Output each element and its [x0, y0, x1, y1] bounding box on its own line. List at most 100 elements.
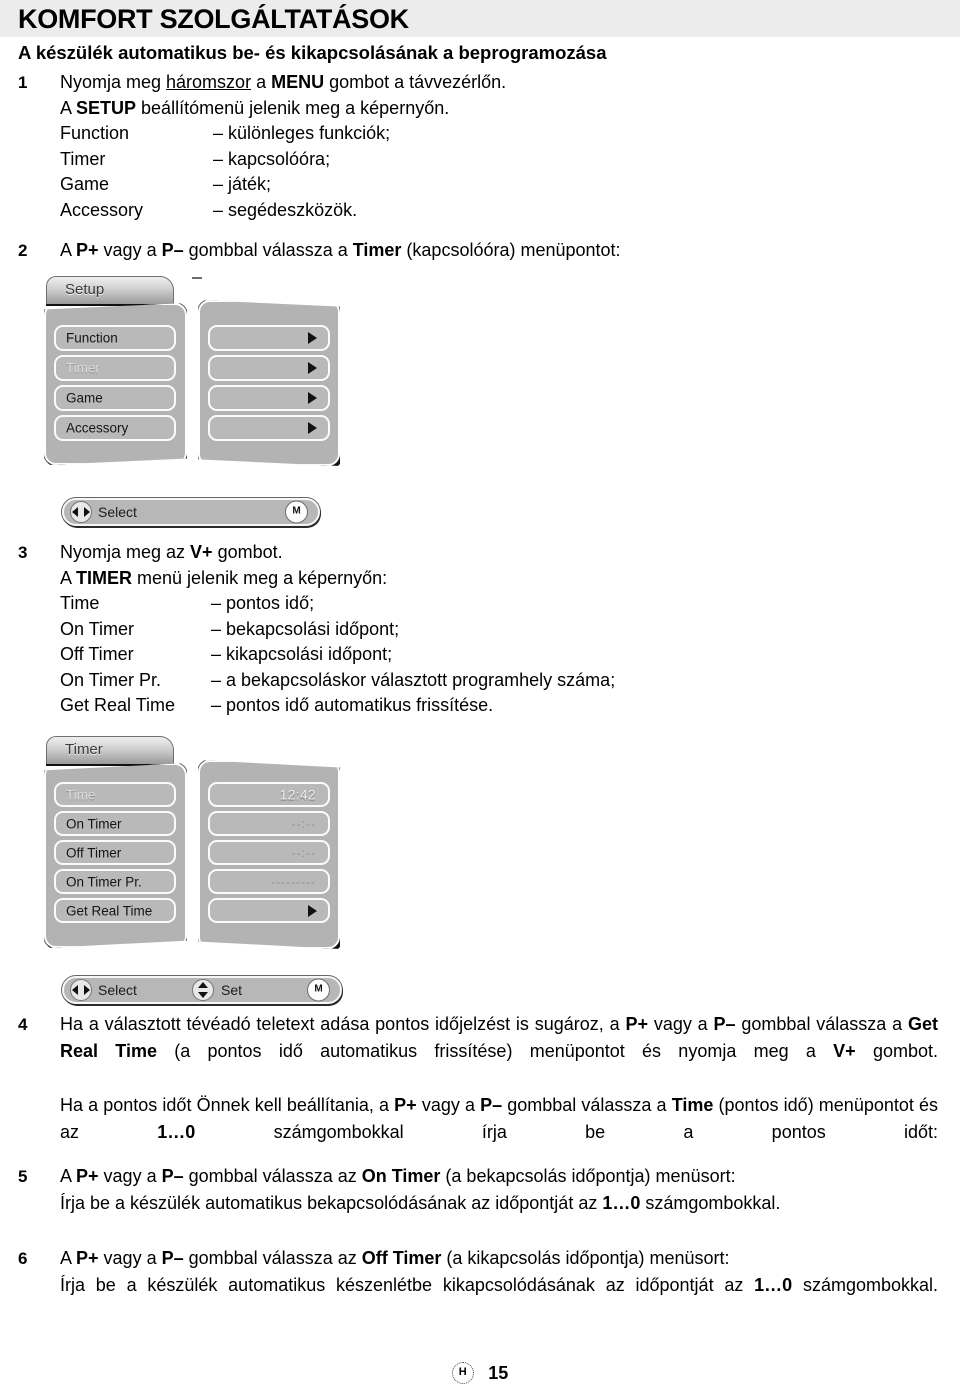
- timer-value-text: --:--: [291, 845, 316, 860]
- timer-item-label: On Timer: [66, 816, 122, 831]
- hint-set-label: Set: [221, 982, 243, 998]
- timer-value-text: ---------: [271, 874, 316, 889]
- setup-item-function[interactable]: Function: [54, 325, 176, 351]
- definition-row: Function – különleges funkciók;: [60, 121, 918, 147]
- s2-p-plus: P+: [76, 240, 99, 260]
- setup-value-timer[interactable]: [208, 355, 330, 381]
- s3l2a: A: [60, 567, 77, 588]
- chevron-right-icon: [308, 904, 317, 917]
- s2d: (kapcsolóóra) menüpontot:: [401, 240, 621, 260]
- step-1: 1 Nyomja meg háromszor a MENU gombot a t…: [18, 70, 918, 223]
- definition-term: Function: [60, 123, 130, 143]
- timer-value-text: --:--: [291, 816, 316, 831]
- timer-osd-tab-label: Timer: [65, 741, 103, 758]
- timer-value-time[interactable]: 12:42: [208, 782, 330, 807]
- step-2-line-1: A P+ vagy a P– gombbal válassza a Timer …: [60, 238, 938, 264]
- timer-item-label: Time: [66, 787, 96, 802]
- timer-value-get-real-time[interactable]: [208, 898, 330, 923]
- step-3-line-2: A TIMER menü jelenik meg a képernyőn:: [60, 566, 918, 592]
- timer-item-get-real-time[interactable]: Get Real Time: [54, 898, 176, 923]
- step-3-line-1: Nyomja meg az V+ gombot.: [60, 540, 918, 566]
- setup-osd-right-panel: [198, 300, 340, 466]
- timer-osd-tab: Timer: [46, 736, 174, 764]
- timer-item-on-timer[interactable]: On Timer: [54, 811, 176, 836]
- s3l1b: gombot.: [212, 542, 283, 562]
- left-right-arrows-icon: [70, 501, 92, 523]
- s3l2b: menü jelenik meg a képernyőn:: [132, 567, 388, 588]
- definition-text: – pontos idő;: [211, 593, 315, 613]
- s1-menu-key: MENU: [271, 72, 325, 92]
- definition-text: – kapcsolóóra;: [213, 148, 331, 169]
- s4p1a: Ha a választott tévéadó teletext adása p…: [60, 1014, 626, 1034]
- setup-value-accessory[interactable]: [208, 415, 330, 441]
- document-page: KOMFORT SZOLGÁLTATÁSOK A készülék automa…: [0, 0, 960, 1392]
- definition-text: – pontos idő automatikus frissítése.: [211, 695, 494, 715]
- step-2-body: A P+ vagy a P– gombbal válassza a Timer …: [60, 238, 938, 264]
- s4-v-plus: V+: [833, 1041, 856, 1061]
- step-1-line-1: Nyomja meg háromszor a MENU gombot a táv…: [60, 70, 918, 96]
- s6l1b: vagy a: [98, 1248, 162, 1268]
- s6l1c: gombbal válassza az: [183, 1248, 362, 1268]
- s3l1a: Nyomja meg az: [60, 542, 191, 562]
- left-right-arrows-icon: [70, 979, 92, 1001]
- menu-button-icon[interactable]: M: [307, 978, 330, 1002]
- definition-text: – különleges funkciók;: [213, 123, 391, 143]
- setup-item-label: Function: [66, 330, 118, 346]
- timer-item-time[interactable]: Time: [54, 782, 176, 807]
- timer-osd-screenshot: Timer Time On Timer Off Timer On Timer P…: [38, 736, 358, 1004]
- definition-term: Time: [60, 593, 100, 613]
- step-4-paragraph-2: Ha a pontos időt Önnek kell beállítania,…: [60, 1092, 938, 1173]
- setup-menu-definition-list: Function – különleges funkciók; Timer – ka…: [60, 121, 918, 223]
- s2-p-minus: P–: [161, 240, 184, 260]
- timer-osd-left-panel: Time On Timer Off Timer On Timer Pr. Get…: [44, 763, 187, 948]
- timer-value-on-timer[interactable]: --:--: [208, 811, 330, 836]
- setup-item-label: Timer: [66, 360, 100, 376]
- definition-row: Get Real Time – pontos idő automatikus fr…: [60, 693, 918, 719]
- s3-timer-word: TIMER: [76, 567, 133, 588]
- timer-item-on-timer-pr[interactable]: On Timer Pr.: [54, 869, 176, 894]
- setup-osd-screenshot: Setup Function Timer Game Accessory Sele…: [38, 276, 340, 526]
- step-6: 6 A P+ vagy a P– gombbal válassza az Off…: [18, 1245, 938, 1326]
- menu-button-icon[interactable]: M: [285, 500, 308, 524]
- setup-item-accessory[interactable]: Accessory: [54, 415, 176, 441]
- s2b: vagy a: [98, 240, 162, 260]
- setup-osd-tab: Setup: [46, 276, 174, 304]
- step-4-number: 4: [18, 1015, 28, 1034]
- chevron-right-icon: [308, 332, 317, 344]
- setup-item-game[interactable]: Game: [54, 385, 176, 411]
- s4p2c: gombbal válassza a: [502, 1095, 672, 1115]
- s1-setup-word: SETUP: [76, 97, 137, 118]
- definition-row: Accessory – segédeszközök.: [60, 198, 918, 224]
- timer-osd-right-panel: 12:42 --:-- --:-- ---------: [198, 760, 340, 949]
- step-3: 3 Nyomja meg az V+ gombot. A TIMER menü …: [18, 540, 918, 719]
- s6l2a: Írja be a készülék automatikus készenlét…: [60, 1275, 755, 1295]
- setup-item-timer[interactable]: Timer: [54, 355, 176, 381]
- timer-value-off-timer[interactable]: --:--: [208, 840, 330, 865]
- setup-value-function[interactable]: [208, 325, 330, 351]
- s5-p-minus: P–: [161, 1166, 184, 1186]
- s5l1a: A: [60, 1166, 77, 1186]
- s5l1d: (a bekapcsolás időpontja) menüsort:: [440, 1166, 736, 1186]
- s6-p-plus: P+: [76, 1248, 99, 1268]
- setup-value-game[interactable]: [208, 385, 330, 411]
- step-5-line-2: Írja be a készülék automatikus bekapcsol…: [60, 1190, 938, 1217]
- s6l1d: (a kikapcsolás időpontja) menüsort:: [441, 1248, 730, 1268]
- definition-row: Off Timer – kikapcsolási időpont;: [60, 642, 918, 668]
- definition-term: Off Timer: [60, 644, 134, 664]
- timer-value-on-timer-pr[interactable]: ---------: [208, 869, 330, 894]
- step-6-body: A P+ vagy a P– gombbal válassza az Off T…: [60, 1245, 938, 1326]
- setup-item-label: Game: [66, 390, 103, 406]
- s4-digit-keys: 1…0: [157, 1122, 196, 1142]
- definition-row: Game – játék;: [60, 172, 918, 198]
- definition-row: Time – pontos idő;: [60, 591, 918, 617]
- definition-term: Accessory: [60, 199, 144, 220]
- s2a: A: [60, 240, 77, 260]
- s5l1c: gombbal válassza az: [183, 1166, 362, 1186]
- definition-term: On Timer: [60, 618, 135, 639]
- timer-item-off-timer[interactable]: Off Timer: [54, 840, 176, 865]
- chevron-right-icon: [308, 362, 317, 374]
- setup-osd-hint-bar: Select M: [62, 498, 320, 526]
- definition-text: – kikapcsolási időpont;: [211, 644, 393, 664]
- s4p2a: Ha a pontos időt Önnek kell beállítania,…: [60, 1095, 395, 1115]
- section-subtitle: A készülék automatikus be- és kikapcsolá…: [18, 42, 607, 63]
